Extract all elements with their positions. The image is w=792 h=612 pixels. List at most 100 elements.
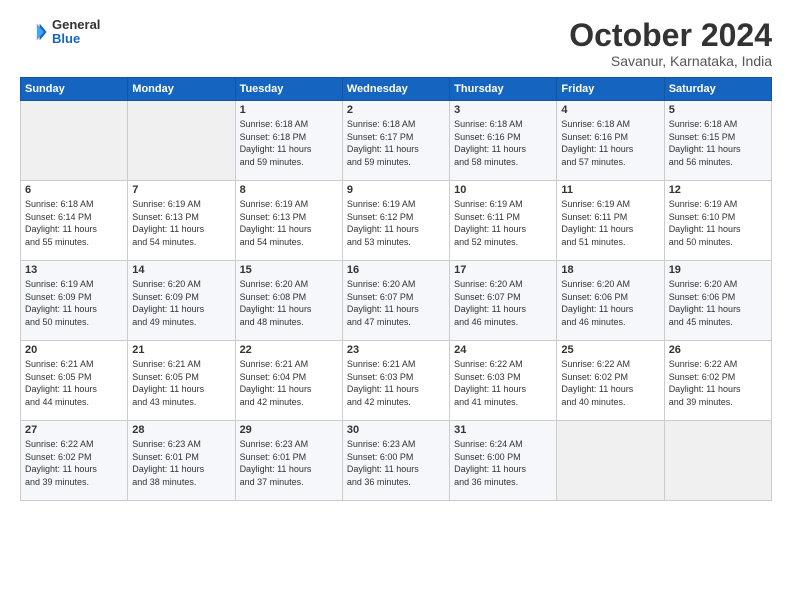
- day-detail: Sunrise: 6:21 AM Sunset: 6:05 PM Dayligh…: [132, 358, 230, 408]
- header-saturday: Saturday: [664, 78, 771, 101]
- calendar-cell: 24 Sunrise: 6:22 AM Sunset: 6:03 PM Dayli…: [450, 341, 557, 421]
- day-number: 10: [454, 184, 552, 196]
- day-number: 28: [132, 424, 230, 436]
- day-number: 17: [454, 264, 552, 276]
- day-detail: Sunrise: 6:21 AM Sunset: 6:03 PM Dayligh…: [347, 358, 445, 408]
- day-detail: Sunrise: 6:18 AM Sunset: 6:16 PM Dayligh…: [454, 118, 552, 168]
- day-detail: Sunrise: 6:23 AM Sunset: 6:00 PM Dayligh…: [347, 438, 445, 488]
- calendar-cell: 17Sunrise: 6:20 AM Sunset: 6:07 PM Dayli…: [450, 261, 557, 341]
- day-number: 11: [561, 184, 659, 196]
- day-detail: Sunrise: 6:20 AM Sunset: 6:09 PM Dayligh…: [132, 278, 230, 328]
- day-number: 2: [347, 104, 445, 116]
- calendar-cell: 12 Sunrise: 6:19 AM Sunset: 6:10 PM Dayli…: [664, 181, 771, 261]
- day-detail: Sunrise: 6:19 AM Sunset: 6:12 PM Dayligh…: [347, 198, 445, 248]
- header-tuesday: Tuesday: [235, 78, 342, 101]
- day-detail: Sunrise: 6:20 AM Sunset: 6:08 PM Dayligh…: [240, 278, 338, 328]
- calendar-week-3: 13 Sunrise: 6:19 AM Sunset: 6:09 PM Dayli…: [21, 261, 772, 341]
- calendar-cell: 2 Sunrise: 6:18 AM Sunset: 6:17 PM Daylig…: [342, 101, 449, 181]
- day-detail: Sunrise: 6:18 AM Sunset: 6:14 PM Dayligh…: [25, 198, 123, 248]
- calendar-header-row: Sunday Monday Tuesday Wednesday Thursday…: [21, 78, 772, 101]
- header-wednesday: Wednesday: [342, 78, 449, 101]
- day-number: 6: [25, 184, 123, 196]
- day-number: 23: [347, 344, 445, 356]
- calendar-cell: 20Sunrise: 6:21 AM Sunset: 6:05 PM Dayli…: [21, 341, 128, 421]
- day-detail: Sunrise: 6:18 AM Sunset: 6:16 PM Dayligh…: [561, 118, 659, 168]
- calendar-cell: 14 Sunrise: 6:20 AM Sunset: 6:09 PM Dayli…: [128, 261, 235, 341]
- day-number: 31: [454, 424, 552, 436]
- page: General Blue October 2024 Savanur, Karna…: [0, 0, 792, 612]
- calendar-cell: 10 Sunrise: 6:19 AM Sunset: 6:11 PM Dayli…: [450, 181, 557, 261]
- calendar-cell: 25 Sunrise: 6:22 AM Sunset: 6:02 PM Dayli…: [557, 341, 664, 421]
- day-number: 26: [669, 344, 767, 356]
- logo-general: General: [52, 18, 100, 32]
- day-detail: Sunrise: 6:18 AM Sunset: 6:18 PM Dayligh…: [240, 118, 338, 168]
- day-detail: Sunrise: 6:22 AM Sunset: 6:02 PM Dayligh…: [669, 358, 767, 408]
- header-thursday: Thursday: [450, 78, 557, 101]
- calendar-week-2: 6 Sunrise: 6:18 AM Sunset: 6:14 PM Daylig…: [21, 181, 772, 261]
- day-number: 22: [240, 344, 338, 356]
- calendar-cell: [664, 421, 771, 501]
- day-number: 14: [132, 264, 230, 276]
- day-number: 5: [669, 104, 767, 116]
- day-number: 19: [669, 264, 767, 276]
- calendar-cell: 30Sunrise: 6:23 AM Sunset: 6:00 PM Dayli…: [342, 421, 449, 501]
- calendar-cell: 4Sunrise: 6:18 AM Sunset: 6:16 PM Daylig…: [557, 101, 664, 181]
- day-number: 12: [669, 184, 767, 196]
- calendar-cell: 13 Sunrise: 6:19 AM Sunset: 6:09 PM Dayli…: [21, 261, 128, 341]
- calendar-cell: 23 Sunrise: 6:21 AM Sunset: 6:03 PM Dayli…: [342, 341, 449, 421]
- header: General Blue October 2024 Savanur, Karna…: [20, 18, 772, 69]
- day-number: 7: [132, 184, 230, 196]
- calendar-cell: 29Sunrise: 6:23 AM Sunset: 6:01 PM Dayli…: [235, 421, 342, 501]
- day-detail: Sunrise: 6:21 AM Sunset: 6:04 PM Dayligh…: [240, 358, 338, 408]
- day-detail: Sunrise: 6:20 AM Sunset: 6:06 PM Dayligh…: [669, 278, 767, 328]
- day-detail: Sunrise: 6:22 AM Sunset: 6:02 PM Dayligh…: [25, 438, 123, 488]
- calendar-cell: 22 Sunrise: 6:21 AM Sunset: 6:04 PM Dayli…: [235, 341, 342, 421]
- day-number: 16: [347, 264, 445, 276]
- day-number: 13: [25, 264, 123, 276]
- day-detail: Sunrise: 6:18 AM Sunset: 6:17 PM Dayligh…: [347, 118, 445, 168]
- day-number: 9: [347, 184, 445, 196]
- day-number: 3: [454, 104, 552, 116]
- calendar-week-5: 27 Sunrise: 6:22 AM Sunset: 6:02 PM Dayli…: [21, 421, 772, 501]
- logo-text: General Blue: [52, 18, 100, 47]
- day-detail: Sunrise: 6:19 AM Sunset: 6:13 PM Dayligh…: [240, 198, 338, 248]
- day-detail: Sunrise: 6:19 AM Sunset: 6:09 PM Dayligh…: [25, 278, 123, 328]
- calendar-cell: 3 Sunrise: 6:18 AM Sunset: 6:16 PM Daylig…: [450, 101, 557, 181]
- day-detail: Sunrise: 6:22 AM Sunset: 6:02 PM Dayligh…: [561, 358, 659, 408]
- calendar-cell: 8 Sunrise: 6:19 AM Sunset: 6:13 PM Daylig…: [235, 181, 342, 261]
- day-number: 20: [25, 344, 123, 356]
- header-monday: Monday: [128, 78, 235, 101]
- day-number: 27: [25, 424, 123, 436]
- calendar-table: Sunday Monday Tuesday Wednesday Thursday…: [20, 77, 772, 501]
- day-number: 8: [240, 184, 338, 196]
- calendar-cell: 15Sunrise: 6:20 AM Sunset: 6:08 PM Dayli…: [235, 261, 342, 341]
- day-detail: Sunrise: 6:18 AM Sunset: 6:15 PM Dayligh…: [669, 118, 767, 168]
- day-number: 18: [561, 264, 659, 276]
- logo-blue: Blue: [52, 32, 100, 46]
- day-detail: Sunrise: 6:20 AM Sunset: 6:06 PM Dayligh…: [561, 278, 659, 328]
- calendar-cell: [128, 101, 235, 181]
- day-number: 24: [454, 344, 552, 356]
- calendar-cell: 21 Sunrise: 6:21 AM Sunset: 6:05 PM Dayli…: [128, 341, 235, 421]
- calendar-cell: 1 Sunrise: 6:18 AM Sunset: 6:18 PM Daylig…: [235, 101, 342, 181]
- day-detail: Sunrise: 6:22 AM Sunset: 6:03 PM Dayligh…: [454, 358, 552, 408]
- calendar-cell: 31 Sunrise: 6:24 AM Sunset: 6:00 PM Dayli…: [450, 421, 557, 501]
- day-number: 25: [561, 344, 659, 356]
- calendar-cell: [557, 421, 664, 501]
- day-detail: Sunrise: 6:23 AM Sunset: 6:01 PM Dayligh…: [240, 438, 338, 488]
- month-title: October 2024: [569, 18, 772, 53]
- calendar-cell: 11 Sunrise: 6:19 AM Sunset: 6:11 PM Dayli…: [557, 181, 664, 261]
- calendar-cell: 18 Sunrise: 6:20 AM Sunset: 6:06 PM Dayli…: [557, 261, 664, 341]
- day-detail: Sunrise: 6:19 AM Sunset: 6:11 PM Dayligh…: [454, 198, 552, 248]
- day-detail: Sunrise: 6:23 AM Sunset: 6:01 PM Dayligh…: [132, 438, 230, 488]
- location: Savanur, Karnataka, India: [569, 53, 772, 69]
- calendar-cell: 7Sunrise: 6:19 AM Sunset: 6:13 PM Daylig…: [128, 181, 235, 261]
- day-detail: Sunrise: 6:19 AM Sunset: 6:11 PM Dayligh…: [561, 198, 659, 248]
- day-number: 1: [240, 104, 338, 116]
- day-detail: Sunrise: 6:24 AM Sunset: 6:00 PM Dayligh…: [454, 438, 552, 488]
- calendar-cell: [21, 101, 128, 181]
- day-detail: Sunrise: 6:19 AM Sunset: 6:10 PM Dayligh…: [669, 198, 767, 248]
- calendar-cell: 28 Sunrise: 6:23 AM Sunset: 6:01 PM Dayli…: [128, 421, 235, 501]
- day-number: 21: [132, 344, 230, 356]
- calendar-week-4: 20 Sunrise: 6:21 AM Sunset: 6:05 PM Dayli…: [21, 341, 772, 421]
